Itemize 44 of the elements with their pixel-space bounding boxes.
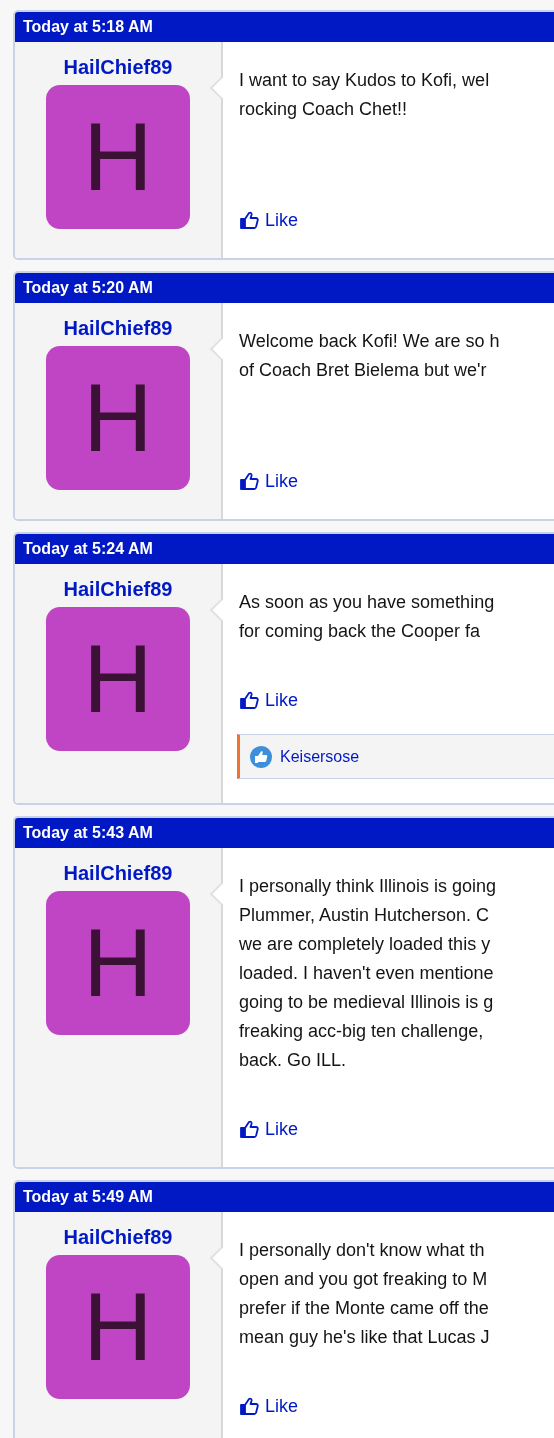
like-button[interactable]: Like (239, 467, 299, 495)
like-button[interactable]: Like (239, 1392, 299, 1420)
post-date: Today at 5:24 AM (23, 540, 153, 558)
post-text-line: loaded. I haven't even mentione (239, 962, 495, 985)
post-text-line: Plummer, Austin Hutcherson. C (239, 904, 491, 927)
username-link[interactable]: HailChief89 (63, 576, 173, 602)
avatar[interactable]: H (46, 1255, 190, 1399)
thumbs-up-icon (239, 471, 259, 491)
liker-link[interactable]: Keisersose (280, 747, 360, 766)
thumbs-up-icon (250, 745, 272, 768)
like-button[interactable]: Like (239, 1115, 299, 1143)
post-text-line: I personally think Illinois is going (239, 875, 497, 898)
post-text-line: mean guy he's like that Lucas J (239, 1326, 490, 1349)
post-text-line: I personally don't know what th (239, 1239, 486, 1262)
post-text-line: going to be medieval Illinois is g (239, 991, 495, 1014)
post-text-line: for coming back the Cooper fa (239, 620, 482, 643)
username-link[interactable]: HailChief89 (63, 860, 173, 886)
avatar[interactable]: H (46, 85, 190, 229)
post-text-line: we are completely loaded this y (239, 933, 492, 956)
post-text-line: I want to say Kudos to Kofi, wel (239, 69, 490, 92)
thumbs-up-icon (239, 1396, 259, 1416)
thumbs-up-icon (239, 690, 259, 710)
post-date: Today at 5:49 AM (23, 1188, 153, 1206)
post-text-line: As soon as you have something (239, 591, 495, 614)
username-link[interactable]: HailChief89 (63, 1224, 173, 1250)
post-date: Today at 5:18 AM (23, 18, 153, 36)
post-date: Today at 5:20 AM (23, 279, 153, 297)
post-text-line: rocking Coach Chet!! (239, 98, 409, 121)
avatar[interactable]: H (46, 891, 190, 1035)
avatar[interactable]: H (46, 607, 190, 751)
thumbs-up-icon (239, 1119, 259, 1139)
post-text-line: Welcome back Kofi! We are so h (239, 330, 500, 353)
post-text-line: prefer if the Monte came off the (239, 1297, 490, 1320)
post-text-line: of Coach Bret Bielema but we'r (239, 359, 488, 382)
post-text-line: back. Go ILL. (239, 1049, 348, 1072)
username-link[interactable]: HailChief89 (63, 315, 173, 341)
post-text-line: freaking acc-big ten challenge, (239, 1020, 485, 1043)
like-button[interactable]: Like (239, 686, 299, 714)
username-link[interactable]: HailChief89 (63, 54, 173, 80)
avatar[interactable]: H (46, 346, 190, 490)
like-button[interactable]: Like (239, 206, 299, 234)
post-text-line: open and you got freaking to M (239, 1268, 489, 1291)
post-date: Today at 5:43 AM (23, 824, 153, 842)
thumbs-up-icon (239, 210, 259, 230)
